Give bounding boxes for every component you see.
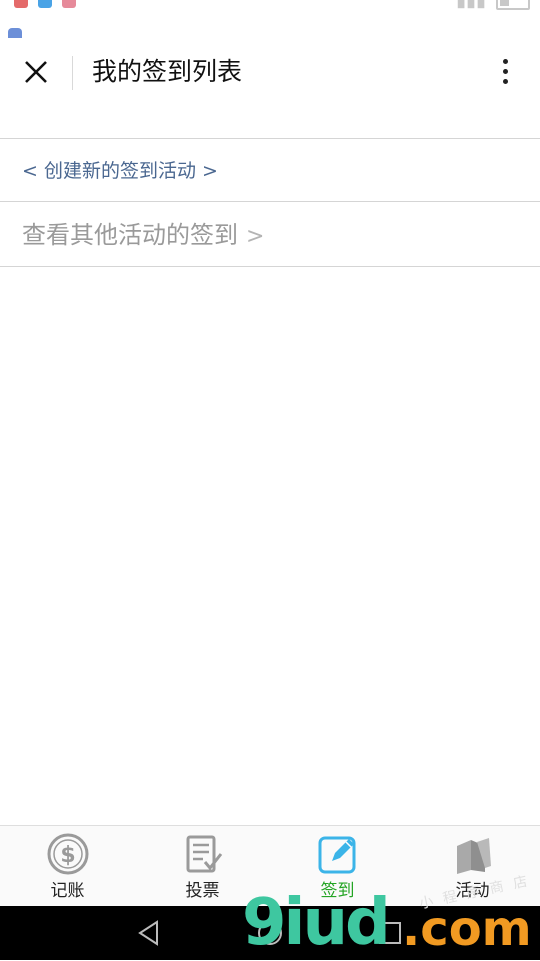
app-notification-icon	[62, 0, 76, 8]
divider	[0, 266, 540, 267]
view-other-checkins-link[interactable]: 查看其他活动的签到 >	[22, 216, 264, 256]
home-circle-icon	[258, 921, 282, 945]
saving-screenshot-toast	[8, 24, 22, 38]
page-title: 我的签到列表	[92, 57, 243, 86]
system-nav-bar	[0, 906, 540, 960]
battery-icon	[496, 0, 530, 10]
app-notification-icon	[14, 0, 28, 8]
tab-label: 签到	[320, 881, 355, 901]
screenshot-icon	[8, 28, 22, 38]
vote-form-icon	[186, 835, 222, 873]
tab-label: 活动	[455, 881, 490, 901]
svg-text:$: $	[60, 843, 75, 868]
tab-label: 投票	[185, 881, 220, 901]
dollar-coin-icon: $	[47, 833, 88, 875]
tab-checkin[interactable]: 签到	[270, 826, 405, 906]
recents-button[interactable]	[375, 918, 405, 948]
close-button[interactable]	[14, 50, 58, 94]
signal-icon: ▮▮▮	[456, 0, 486, 11]
more-vertical-icon	[490, 59, 520, 84]
tab-vote[interactable]: 投票	[135, 826, 270, 906]
back-triangle-icon	[138, 920, 158, 946]
back-button[interactable]	[135, 918, 165, 948]
app-header: 我的签到列表	[0, 40, 540, 106]
bottom-tab-bar: $ 记账 投票 签到 活动	[0, 825, 540, 906]
books-icon	[456, 838, 491, 874]
create-checkin-link[interactable]: < 创建新的签到活动 >	[22, 156, 218, 186]
recents-square-icon	[379, 922, 401, 944]
view-other-checkins-label: 查看其他活动的签到	[22, 221, 238, 249]
tab-label: 记账	[50, 881, 85, 901]
chevron-right-icon: >	[246, 224, 265, 249]
edit-pen-icon	[318, 836, 355, 874]
status-icons: ▮▮▮	[456, 0, 530, 11]
divider	[0, 201, 540, 202]
header-divider	[72, 56, 73, 90]
app-notification-icon	[38, 0, 52, 8]
more-options-button[interactable]	[490, 54, 520, 94]
tab-accounting[interactable]: $ 记账	[0, 826, 135, 906]
divider	[0, 138, 540, 139]
notification-icons	[14, 0, 76, 8]
home-button[interactable]	[255, 918, 285, 948]
tab-activity[interactable]: 活动	[405, 826, 540, 906]
close-icon	[25, 61, 47, 83]
status-bar: ▮▮▮	[0, 0, 540, 14]
